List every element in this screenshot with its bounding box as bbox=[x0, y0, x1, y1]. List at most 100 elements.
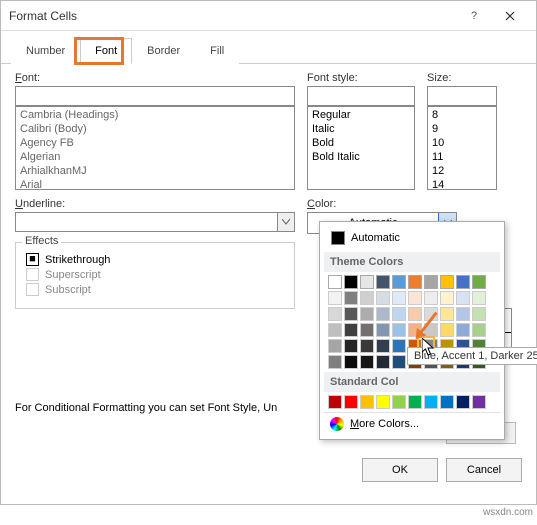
color-swatch[interactable] bbox=[376, 275, 390, 289]
color-swatch[interactable] bbox=[456, 291, 470, 305]
list-item[interactable]: Bold Italic bbox=[308, 150, 414, 164]
list-item[interactable]: 11 bbox=[428, 150, 496, 164]
list-item[interactable]: 9 bbox=[428, 122, 496, 136]
color-swatch[interactable] bbox=[328, 339, 342, 353]
color-swatch[interactable] bbox=[472, 323, 486, 337]
chevron-down-icon[interactable] bbox=[277, 212, 295, 232]
color-swatch[interactable] bbox=[392, 307, 406, 321]
strikethrough-checkbox[interactable]: ■ Strikethrough bbox=[26, 253, 284, 266]
list-item[interactable]: Calibri (Body) bbox=[16, 122, 294, 136]
color-swatch[interactable] bbox=[360, 339, 374, 353]
color-swatch[interactable] bbox=[440, 291, 454, 305]
underline-combo[interactable] bbox=[15, 212, 295, 232]
color-swatch[interactable] bbox=[408, 307, 422, 321]
color-swatch[interactable] bbox=[360, 291, 374, 305]
color-swatch[interactable] bbox=[472, 395, 486, 409]
font-style-list[interactable]: Regular Italic Bold Bold Italic bbox=[307, 106, 415, 190]
color-swatch[interactable] bbox=[472, 275, 486, 289]
color-swatch[interactable] bbox=[344, 323, 358, 337]
color-swatch[interactable] bbox=[392, 275, 406, 289]
color-swatch[interactable] bbox=[328, 275, 342, 289]
color-swatch[interactable] bbox=[424, 395, 438, 409]
color-swatch[interactable] bbox=[456, 323, 470, 337]
color-swatch[interactable] bbox=[456, 307, 470, 321]
tab-number[interactable]: Number bbox=[11, 38, 80, 64]
superscript-checkbox[interactable]: Superscript bbox=[26, 268, 284, 281]
size-input[interactable] bbox=[427, 86, 497, 106]
color-swatch[interactable] bbox=[344, 355, 358, 369]
color-swatch[interactable] bbox=[328, 395, 342, 409]
color-swatch[interactable] bbox=[424, 275, 438, 289]
color-swatch[interactable] bbox=[328, 355, 342, 369]
color-swatch[interactable] bbox=[440, 395, 454, 409]
color-swatch[interactable] bbox=[392, 355, 406, 369]
font-input[interactable] bbox=[15, 86, 295, 106]
color-swatch[interactable] bbox=[376, 307, 390, 321]
color-swatch[interactable] bbox=[344, 307, 358, 321]
color-swatch[interactable] bbox=[392, 339, 406, 353]
list-item[interactable]: Agency FB bbox=[16, 136, 294, 150]
list-item[interactable]: Cambria (Headings) bbox=[16, 108, 294, 122]
list-item[interactable]: 10 bbox=[428, 136, 496, 150]
color-swatch[interactable] bbox=[408, 395, 422, 409]
color-swatch[interactable] bbox=[440, 275, 454, 289]
list-item[interactable]: 14 bbox=[428, 178, 496, 190]
color-swatch[interactable] bbox=[392, 323, 406, 337]
color-swatch[interactable] bbox=[328, 291, 342, 305]
dialog-footer: OK Cancel bbox=[362, 458, 522, 482]
color-swatch[interactable] bbox=[344, 275, 358, 289]
color-swatch[interactable] bbox=[376, 355, 390, 369]
color-swatch[interactable] bbox=[328, 307, 342, 321]
color-swatch[interactable] bbox=[472, 291, 486, 305]
color-swatch[interactable] bbox=[408, 291, 422, 305]
list-item[interactable]: Arial bbox=[16, 178, 294, 190]
color-swatch[interactable] bbox=[440, 323, 454, 337]
color-swatch[interactable] bbox=[360, 307, 374, 321]
color-swatch[interactable] bbox=[360, 275, 374, 289]
color-swatch[interactable] bbox=[392, 395, 406, 409]
color-swatch[interactable] bbox=[360, 355, 374, 369]
color-swatch[interactable] bbox=[344, 291, 358, 305]
color-swatch[interactable] bbox=[360, 323, 374, 337]
color-swatch[interactable] bbox=[376, 339, 390, 353]
color-swatch[interactable] bbox=[424, 291, 438, 305]
size-list[interactable]: 8 9 10 11 12 14 bbox=[427, 106, 497, 190]
color-swatch[interactable] bbox=[360, 395, 374, 409]
font-style-input[interactable] bbox=[307, 86, 415, 106]
list-item[interactable]: Bold bbox=[308, 136, 414, 150]
color-wheel-icon bbox=[330, 417, 344, 431]
font-list[interactable]: Cambria (Headings) Calibri (Body) Agency… bbox=[15, 106, 295, 190]
close-button[interactable] bbox=[492, 4, 528, 28]
ok-button[interactable]: OK bbox=[362, 458, 438, 482]
color-swatch[interactable] bbox=[376, 395, 390, 409]
color-swatch[interactable] bbox=[376, 291, 390, 305]
color-swatch[interactable] bbox=[440, 307, 454, 321]
list-item[interactable]: Italic bbox=[308, 122, 414, 136]
more-colors[interactable]: More Colors... bbox=[324, 412, 500, 435]
color-swatch[interactable] bbox=[392, 291, 406, 305]
color-automatic[interactable]: Automatic bbox=[324, 226, 500, 250]
size-label: Size: bbox=[427, 72, 497, 84]
color-swatch[interactable] bbox=[328, 323, 342, 337]
color-swatch[interactable] bbox=[456, 395, 470, 409]
list-item[interactable]: 12 bbox=[428, 164, 496, 178]
standard-colors-header: Standard Col bbox=[324, 372, 500, 392]
color-swatch[interactable] bbox=[344, 395, 358, 409]
underline-label: Underline: bbox=[15, 198, 295, 210]
color-swatch[interactable] bbox=[456, 275, 470, 289]
subscript-checkbox[interactable]: Subscript bbox=[26, 283, 284, 296]
tab-border[interactable]: Border bbox=[132, 38, 195, 64]
color-swatch[interactable] bbox=[376, 323, 390, 337]
cancel-button[interactable]: Cancel bbox=[446, 458, 522, 482]
color-swatch[interactable] bbox=[472, 307, 486, 321]
list-item[interactable]: Algerian bbox=[16, 150, 294, 164]
help-button[interactable]: ? bbox=[456, 4, 492, 28]
list-item[interactable]: Regular bbox=[308, 108, 414, 122]
list-item[interactable]: 8 bbox=[428, 108, 496, 122]
color-swatch[interactable] bbox=[408, 275, 422, 289]
tab-font[interactable]: Font bbox=[80, 38, 132, 64]
list-item[interactable]: ArhialkhanMJ bbox=[16, 164, 294, 178]
color-swatch[interactable] bbox=[344, 339, 358, 353]
font-label: Font: bbox=[15, 72, 295, 84]
tab-fill[interactable]: Fill bbox=[195, 38, 239, 64]
